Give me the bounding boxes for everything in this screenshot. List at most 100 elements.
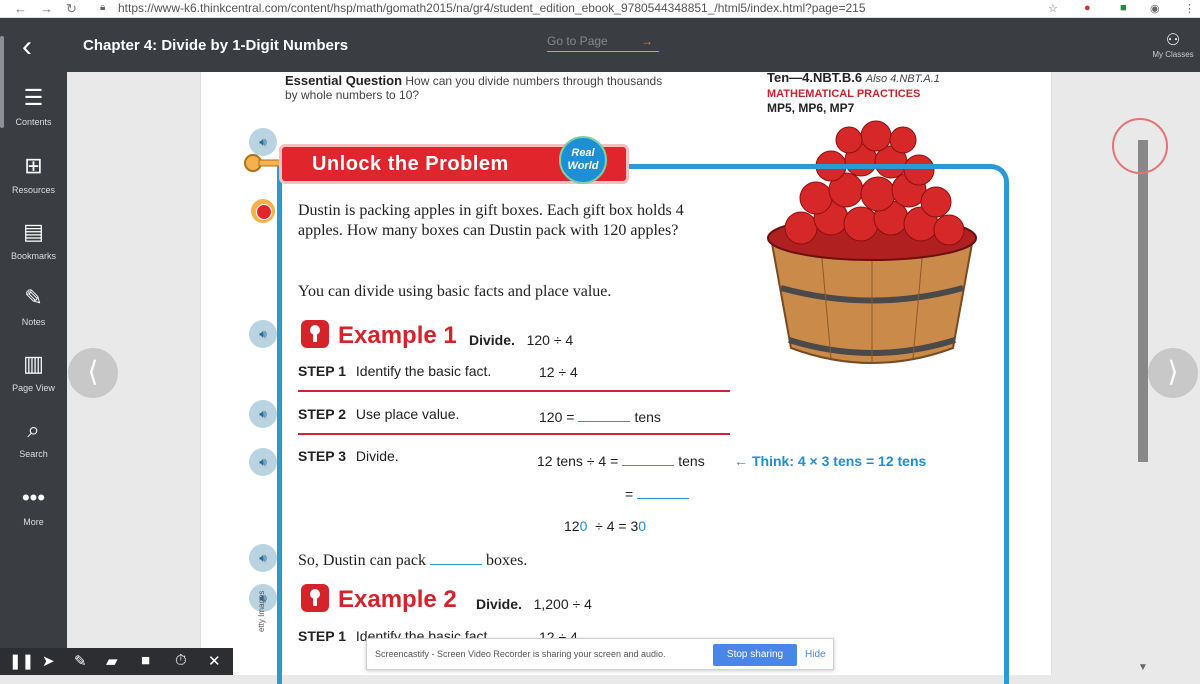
scroll-down-icon[interactable]: ▼ (1138, 662, 1148, 673)
answer-blank[interactable] (637, 498, 690, 499)
profile-icon[interactable]: ◉ (1150, 2, 1160, 15)
step-text: Use place value. (355, 406, 460, 422)
conclusion: So, Dustin can pack boxes. (298, 552, 527, 570)
sidebar-item-search[interactable]: ⌕ Search (0, 416, 67, 462)
record-button[interactable] (251, 199, 275, 223)
sidebar-item-label: Page View (12, 383, 55, 393)
chapter-title: Chapter 4: Divide by 1-Digit Numbers (83, 37, 349, 54)
real-world-badge: Real World (559, 136, 607, 184)
back-chevron-icon[interactable]: ‹ (22, 30, 32, 64)
essential-question: Essential Question How can you divide nu… (285, 73, 675, 103)
cursor-icon[interactable]: ➤ (42, 652, 55, 670)
browser-toolbar: ← → ↻ 🔒︎ https://www-k6.thinkcentral.com… (0, 0, 1200, 18)
think-text: Think: 4 × 3 tens = 12 tens (752, 453, 927, 469)
divide-label: Divide. (469, 332, 515, 348)
step-3-equals-line: = (625, 486, 693, 502)
camera-icon[interactable]: ■ (141, 652, 150, 669)
sidebar-item-label: Notes (21, 317, 46, 327)
real-world-label: World (567, 160, 599, 172)
list-icon: ☰ (23, 85, 44, 110)
my-classes-label: My Classes (1152, 50, 1194, 59)
sidebar-item-more[interactable]: ••• More (0, 484, 67, 530)
sidebar-item-label: More (23, 517, 44, 527)
extension-icon[interactable]: ■ (1120, 2, 1127, 14)
stop-sharing-button[interactable]: Stop sharing (713, 644, 797, 666)
audio-button[interactable]: 🔊︎ (249, 544, 277, 572)
standard-code: Ten—4.NBT.B.6 (767, 70, 863, 85)
pen-icon[interactable]: ✎ (74, 652, 87, 670)
sidebar-item-notes[interactable]: ✎ Notes (0, 284, 67, 330)
address-bar[interactable]: https://www-k6.thinkcentral.com/content/… (118, 1, 866, 15)
answer-blank[interactable] (429, 564, 482, 565)
forward-arrow-icon[interactable]: → (40, 1, 53, 16)
reload-icon[interactable]: ↻ (66, 1, 77, 17)
sidebar-item-resources[interactable]: ⊞ Resources (0, 152, 67, 198)
audio-button[interactable]: 🔊︎ (249, 448, 277, 476)
scrollbar[interactable] (1138, 140, 1148, 462)
step-label: STEP 3 (298, 448, 346, 464)
more-icon: ••• (21, 485, 46, 510)
my-classes-button[interactable]: ⚇ My Classes (1148, 30, 1198, 59)
step-1: STEP 1 Identify the basic fact. (298, 363, 491, 379)
problem-text: Dustin is packing apples in gift boxes. … (298, 202, 684, 239)
sidebar-item-label: Search (19, 449, 48, 459)
result-highlight: 0 (638, 518, 647, 534)
go-to-page-input[interactable]: Go to Page → (547, 34, 659, 52)
highlighter-icon[interactable]: ▰ (106, 652, 118, 670)
think-hint: ← Think: 4 × 3 tens = 12 tens (734, 453, 926, 469)
people-icon: ⚇ (1165, 32, 1181, 49)
math-practices-list: MP5, MP6, MP7 (767, 101, 855, 115)
step-1-math: 12 ÷ 4 (539, 364, 578, 380)
step-label: STEP 2 (298, 406, 346, 422)
toast-message: Screencastify - Screen Video Recorder is… (375, 649, 666, 659)
hide-button[interactable]: Hide (805, 649, 826, 660)
extension-icon[interactable]: ● (1084, 2, 1091, 14)
back-arrow-icon[interactable]: ← (14, 1, 27, 16)
sidebar-item-label: Contents (15, 117, 52, 127)
cursor-highlight (1112, 118, 1168, 174)
answer-blank[interactable] (622, 465, 675, 466)
app-header: Chapter 4: Divide by 1-Digit Numbers Go … (67, 18, 1200, 72)
audio-button[interactable]: 🔊︎ (249, 400, 277, 428)
hint-text: You can divide using basic facts and pla… (298, 283, 612, 300)
step-label: STEP 1 (298, 363, 346, 379)
close-icon[interactable]: ✕ (208, 652, 221, 670)
timer-icon[interactable]: ⏱︎ (175, 652, 187, 669)
divider (298, 390, 730, 392)
real-world-label: Real (571, 147, 595, 159)
menu-dots-icon[interactable]: ⋮ (1184, 2, 1195, 15)
star-icon[interactable]: ☆ (1048, 2, 1058, 15)
annotation-toolbar: ❚❚ ➤ ✎ ▰ ■ ⏱︎ ✕ (0, 648, 233, 675)
divider (298, 433, 730, 435)
example-1-title: Example 1 (338, 322, 457, 349)
next-page-button[interactable]: ⟩ (1148, 348, 1198, 398)
image-credit: etty Images (257, 590, 266, 632)
previous-page-button[interactable]: ⟨ (68, 348, 118, 398)
go-arrow-icon[interactable]: → (641, 34, 653, 48)
sidebar-item-contents[interactable]: ☰ Contents (0, 84, 67, 130)
example-2-title: Example 2 (338, 586, 457, 613)
go-to-page-label: Go to Page (547, 34, 608, 48)
math-left: 12 tens ÷ 4 = (537, 453, 619, 469)
answer-blank[interactable] (578, 421, 631, 422)
example-2-expression: 1,200 ÷ 4 (533, 596, 592, 612)
essential-question-label: Essential Question (285, 73, 403, 88)
banner-title: Unlock the Problem (312, 153, 509, 175)
result-expression: 120 ÷ 4 = 30 (564, 518, 646, 534)
pause-icon[interactable]: ❚❚ (9, 652, 34, 670)
equals-sign: = (625, 486, 634, 502)
math-practices-title: MATHEMATICAL PRACTICES (767, 88, 921, 100)
step-3: STEP 3 Divide. (298, 448, 399, 464)
lock-badge-icon (301, 584, 329, 612)
sidebar-item-bookmarks[interactable]: ▤ Bookmarks (0, 218, 67, 264)
step-2: STEP 2 Use place value. (298, 406, 459, 422)
sidebar-item-page-view[interactable]: ▥ Page View (0, 350, 67, 396)
lock-icon: 🔒︎ (100, 2, 106, 13)
screen-share-toast: Screencastify - Screen Video Recorder is… (366, 638, 834, 670)
pencil-icon: ✎ (24, 285, 43, 310)
step-2-math: 120 = tens (539, 409, 661, 425)
audio-button[interactable]: 🔊︎ (249, 320, 277, 348)
key-icon (244, 154, 282, 172)
conclusion-text: So, Dustin can pack (298, 552, 426, 569)
step-text: Divide. (355, 448, 399, 464)
